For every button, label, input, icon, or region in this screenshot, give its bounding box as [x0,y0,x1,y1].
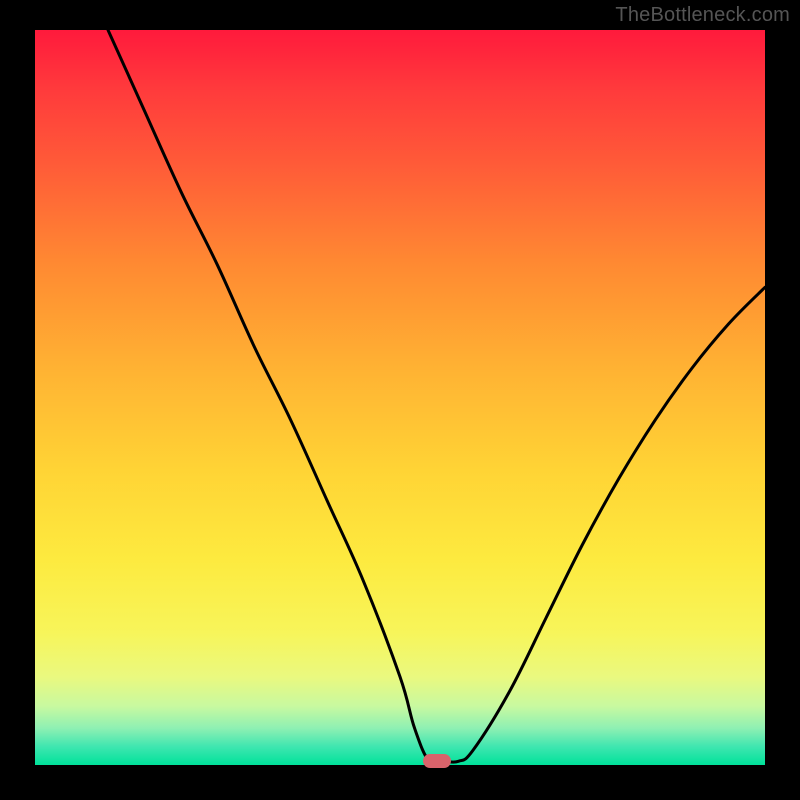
plot-area [35,30,765,765]
watermark-text: TheBottleneck.com [615,4,790,27]
chart-frame: TheBottleneck.com [0,0,800,800]
bottleneck-curve [35,30,765,765]
minimum-marker [423,754,451,768]
